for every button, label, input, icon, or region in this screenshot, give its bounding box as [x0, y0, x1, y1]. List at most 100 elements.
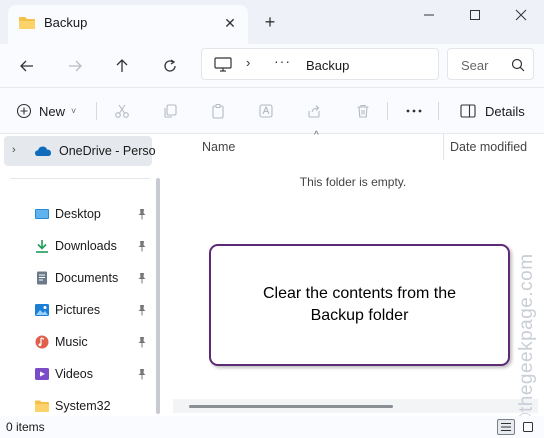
paste-button[interactable] [210, 96, 226, 126]
plus-circle-icon [16, 103, 32, 119]
sidebar-item-pictures[interactable]: Pictures [0, 295, 154, 325]
pin-icon[interactable] [137, 368, 147, 380]
up-button[interactable] [107, 51, 137, 81]
details-pane-button[interactable]: Details [460, 96, 525, 126]
sidebar-item-label: Music [55, 335, 88, 349]
sort-indicator-icon: ^ [314, 130, 319, 141]
address-bar[interactable]: › ··· Backup [201, 48, 439, 80]
toolbar-divider [387, 102, 388, 120]
share-icon [308, 105, 320, 118]
annotation-callout: Clear the contents from the Backup folde… [209, 244, 510, 366]
breadcrumb-overflow-button[interactable]: ··· [274, 53, 291, 69]
toolbar-divider [96, 102, 97, 120]
watermark-text: ©thegeekpage.com [516, 253, 537, 427]
empty-folder-message: This folder is empty. [168, 175, 544, 189]
pin-icon[interactable] [137, 304, 147, 316]
navigation-pane: › OneDrive - Person Desktop Downloads Do… [0, 134, 168, 416]
refresh-button[interactable] [155, 51, 185, 81]
rename-button[interactable] [258, 96, 274, 126]
sidebar-item-label: OneDrive - Person [59, 144, 155, 158]
search-box[interactable]: Sear [447, 48, 534, 80]
tiles-view-button[interactable] [519, 419, 537, 435]
folder-icon [19, 17, 35, 29]
chevron-down-icon: ˅ [71, 106, 77, 116]
details-label: Details [485, 103, 525, 119]
scissors-icon [115, 104, 129, 118]
tab-close-button[interactable]: ✕ [220, 13, 240, 33]
pictures-icon [35, 304, 49, 316]
more-options-button[interactable] [405, 96, 423, 126]
sidebar-item-videos[interactable]: Videos [0, 359, 154, 389]
rename-icon [259, 104, 273, 118]
computer-icon [214, 57, 232, 72]
search-input[interactable]: Sear [461, 58, 501, 73]
clipboard-icon [212, 103, 224, 119]
new-button-label: New [39, 103, 66, 119]
status-bar: 0 items [0, 416, 544, 438]
pin-icon[interactable] [137, 336, 147, 348]
arrow-right-icon [69, 60, 82, 72]
toolbar-divider [438, 102, 439, 120]
forward-button[interactable] [60, 51, 90, 81]
tab-title: Backup [44, 15, 88, 30]
tiles-view-icon [523, 422, 533, 432]
sidebar-scrollbar[interactable] [156, 178, 160, 414]
cut-button[interactable] [114, 96, 130, 126]
chevron-right-icon[interactable]: › [12, 144, 16, 156]
title-bar: Backup ✕ + [0, 0, 544, 44]
watermark: ©thegeekpage.com [513, 250, 541, 430]
sidebar-item-label: Downloads [55, 239, 117, 253]
maximize-button[interactable] [452, 0, 498, 30]
pin-icon[interactable] [137, 272, 147, 284]
minimize-button[interactable] [406, 0, 452, 30]
command-bar: New ˅ Details [0, 88, 544, 134]
sidebar-item-label: Videos [55, 367, 93, 381]
horizontal-scrollbar[interactable] [173, 399, 538, 413]
sidebar-item-onedrive[interactable]: › OneDrive - Person [4, 136, 155, 166]
more-horizontal-icon [406, 109, 422, 113]
column-divider[interactable] [443, 134, 444, 160]
column-header-date-modified[interactable]: Date modified [450, 140, 527, 154]
sidebar-item-documents[interactable]: Documents [0, 263, 154, 293]
sidebar-item-downloads[interactable]: Downloads [0, 231, 154, 261]
search-icon [511, 58, 525, 72]
scrollbar-thumb[interactable] [189, 405, 393, 408]
maximize-icon [470, 10, 480, 20]
details-view-button[interactable] [497, 419, 515, 435]
back-button[interactable] [12, 51, 42, 81]
details-pane-icon [460, 104, 476, 118]
minimize-icon [424, 14, 434, 16]
column-header-name[interactable]: Name [202, 140, 235, 154]
documents-icon [37, 271, 47, 285]
music-icon [35, 335, 49, 349]
download-icon [36, 240, 48, 253]
copy-button[interactable] [162, 96, 178, 126]
close-window-button[interactable] [498, 0, 544, 30]
sidebar-item-label: Desktop [55, 207, 101, 221]
file-explorer-window: Backup ✕ + › ··· Backup Sear New ˅ Detai… [0, 0, 544, 438]
onedrive-cloud-icon [35, 146, 51, 156]
folder-icon [35, 400, 49, 412]
sidebar-item-desktop[interactable]: Desktop [0, 199, 154, 229]
copy-icon [164, 104, 177, 118]
breadcrumb-backup[interactable]: Backup [306, 58, 349, 73]
sidebar-divider [10, 178, 150, 179]
refresh-icon [164, 59, 176, 72]
sidebar-item-label: Pictures [55, 303, 101, 317]
close-icon [515, 9, 527, 21]
tab-backup[interactable]: Backup ✕ [8, 5, 248, 44]
pin-icon[interactable] [137, 208, 147, 220]
empty-folder-text: This folder is empty. [299, 175, 407, 189]
share-button[interactable] [306, 96, 322, 126]
sidebar-item-label: Documents [55, 271, 119, 285]
sidebar-item-label: System32 [55, 399, 111, 413]
new-tab-button[interactable]: + [259, 11, 281, 33]
chevron-right-icon[interactable]: › [246, 55, 250, 70]
pin-icon[interactable] [137, 240, 147, 252]
sidebar-item-music[interactable]: Music [0, 327, 154, 357]
new-button[interactable]: New ˅ [16, 96, 76, 126]
navigation-bar: › ··· Backup Sear [0, 44, 544, 88]
arrow-up-icon [116, 59, 128, 72]
delete-button[interactable] [355, 96, 371, 126]
desktop-icon [35, 209, 49, 219]
